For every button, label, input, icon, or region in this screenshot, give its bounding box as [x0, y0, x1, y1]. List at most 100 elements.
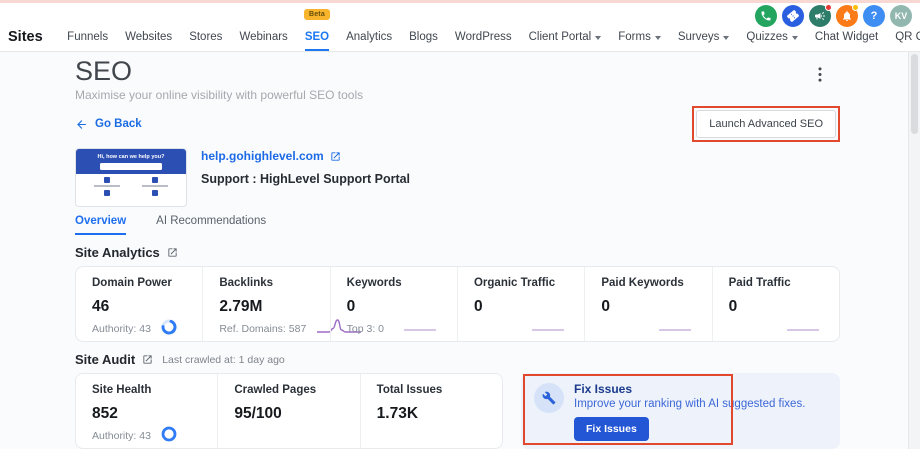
beta-badge: Beta	[304, 9, 330, 20]
metric-value: 0	[347, 297, 441, 316]
nav-item-label: Forms	[618, 31, 651, 43]
metric-label: Domain Power	[92, 277, 186, 290]
metric-label: Organic Traffic	[474, 277, 568, 290]
nav-item-stores[interactable]: Stores	[189, 23, 222, 51]
analytics-metric-paid-traffic: Paid Traffic0	[712, 267, 839, 341]
metric-sublabel: Top 3: 0	[347, 323, 384, 335]
metric-label: Keywords	[347, 277, 441, 290]
nav-item-forms[interactable]: Forms	[618, 23, 661, 51]
nav-item-funnels[interactable]: Funnels	[67, 23, 108, 51]
site-audit-external-link-icon[interactable]	[142, 354, 153, 365]
metric-value: 0	[474, 297, 568, 316]
thumbnail-header: Hi, how can we help you?	[76, 149, 186, 174]
site-audit-header: Site Audit Last crawled at: 1 day ago	[75, 352, 840, 367]
thumbnail-tile	[84, 177, 130, 187]
nav-item-blogs[interactable]: Blogs	[409, 23, 438, 51]
nav-item-qr-codes[interactable]: QR Codes	[895, 23, 920, 51]
nav-item-label: Quizzes	[746, 31, 788, 43]
metric-subrow: Authority: 43	[92, 426, 201, 442]
thumbnail-tile	[84, 190, 130, 196]
nav-item-label: Surveys	[678, 31, 720, 43]
sparkline-chart	[649, 317, 695, 335]
kebab-menu-icon[interactable]	[818, 67, 822, 82]
tab-overview[interactable]: Overview	[75, 215, 126, 235]
site-analytics-card: Domain Power 46 Authority: 43 Backlinks2.79…	[75, 266, 840, 342]
analytics-metric-backlinks: Backlinks2.79MRef. Domains: 587	[202, 267, 329, 341]
site-domain-link[interactable]: help.gohighlevel.com	[201, 149, 410, 163]
nav-tabs-row: Sites Funnels Websites Stores Webinars SEOBe…	[6, 23, 920, 51]
metric-sublabel: Ref. Domains: 587	[219, 323, 306, 335]
nav-item-webinars[interactable]: Webinars	[239, 23, 287, 51]
nav-item-websites[interactable]: Websites	[125, 23, 172, 51]
metric-label: Total Issues	[377, 384, 486, 397]
page-subtitle: Maximise your online visibility with pow…	[75, 89, 840, 102]
wrench-icon	[534, 383, 564, 413]
metric-value: 852	[92, 404, 201, 423]
nav-item-client-portal[interactable]: Client Portal	[529, 23, 602, 51]
metric-label: Crawled Pages	[234, 384, 343, 397]
nav-item-label: Client Portal	[529, 31, 592, 43]
site-thumbnail: Hi, how can we help you?	[75, 148, 187, 207]
nav-item-label: Websites	[125, 31, 172, 43]
sparkline-chart	[777, 317, 823, 335]
site-analytics-external-link-icon[interactable]	[167, 247, 178, 258]
metric-label: Paid Traffic	[729, 277, 823, 290]
main-content: SEO Maximise your online visibility with…	[0, 51, 908, 449]
page-title: SEO	[75, 56, 840, 86]
chevron-down-icon	[655, 36, 661, 40]
metric-subrow: Ref. Domains: 587	[219, 319, 313, 335]
actions-row: Go Back Launch Advanced SEO	[75, 106, 840, 142]
fix-issues-title: Fix Issues	[574, 383, 805, 396]
nav-item-quizzes[interactable]: Quizzes	[746, 23, 798, 51]
go-back-link[interactable]: Go Back	[75, 118, 142, 131]
chevron-down-icon	[595, 36, 601, 40]
audit-metric-total-issues: Total Issues 1.73K	[360, 374, 502, 448]
fix-issues-content: Fix Issues Improve your ranking with AI …	[521, 373, 840, 441]
metric-subrow: Authority: 43	[92, 319, 186, 335]
nav-item-chat-widget[interactable]: Chat Widget	[815, 23, 878, 51]
authority-gauge-chart	[161, 319, 177, 335]
metric-sublabel: Authority: 43	[92, 430, 151, 442]
nav-item-label: SEO	[305, 31, 329, 43]
scrollbar-thumb[interactable]	[911, 54, 918, 134]
app-window: ?KV Sites FunnelsWebsitesStoresWebinarsS…	[0, 0, 920, 449]
thumbnail-search-bar	[100, 163, 162, 170]
audit-metric-crawled-pages: Crawled Pages 95/100	[217, 374, 359, 448]
external-link-icon	[330, 151, 341, 162]
nav-item-analytics[interactable]: Analytics	[346, 23, 392, 51]
metric-value: 95/100	[234, 404, 343, 423]
nav-item-label: Chat Widget	[815, 31, 878, 43]
thumbnail-tile	[132, 177, 178, 187]
site-domain-text: help.gohighlevel.com	[201, 149, 324, 163]
metric-label: Paid Keywords	[601, 277, 695, 290]
chevron-down-icon	[792, 36, 798, 40]
arrow-left-icon	[75, 118, 88, 131]
notification-dot	[825, 4, 832, 11]
metric-subrow	[474, 319, 568, 335]
nav-item-seo[interactable]: SEOBeta	[305, 23, 329, 51]
metric-value: 46	[92, 297, 186, 316]
nav-item-wordpress[interactable]: WordPress	[455, 23, 512, 51]
nav-item-label: Stores	[189, 31, 222, 43]
sparkline-chart	[394, 317, 440, 335]
audit-metric-site-health: Site Health852Authority: 43	[76, 374, 217, 448]
analytics-metric-paid-keywords: Paid Keywords 0	[584, 267, 711, 341]
metric-subrow	[377, 426, 486, 442]
top-navigation-bar: ?KV Sites FunnelsWebsitesStoresWebinarsS…	[0, 3, 920, 52]
go-back-label: Go Back	[95, 118, 142, 130]
fix-issues-text-block: Fix Issues Improve your ranking with AI …	[574, 383, 805, 441]
authority-gauge-chart	[161, 426, 177, 442]
metric-value: 0	[601, 297, 695, 316]
tab-ai-recommendations[interactable]: AI Recommendations	[156, 215, 266, 235]
nav-item-surveys[interactable]: Surveys	[678, 23, 730, 51]
site-audit-card: Site Health852Authority: 43Crawled Pages…	[75, 373, 503, 449]
page-brand-sites: Sites	[8, 29, 43, 45]
chevron-down-icon	[723, 36, 729, 40]
metric-value: 1.73K	[377, 404, 486, 423]
fix-issues-button[interactable]: Fix Issues	[574, 417, 649, 441]
site-name: Support : HighLevel Support Portal	[201, 172, 410, 186]
last-crawled-text: Last crawled at: 1 day ago	[162, 354, 285, 366]
launch-advanced-seo-button[interactable]: Launch Advanced SEO	[696, 110, 836, 138]
fix-issues-card: Fix Issues Improve your ranking with AI …	[521, 373, 840, 449]
analytics-metric-domain-power: Domain Power 46 Authority: 43	[76, 267, 202, 341]
